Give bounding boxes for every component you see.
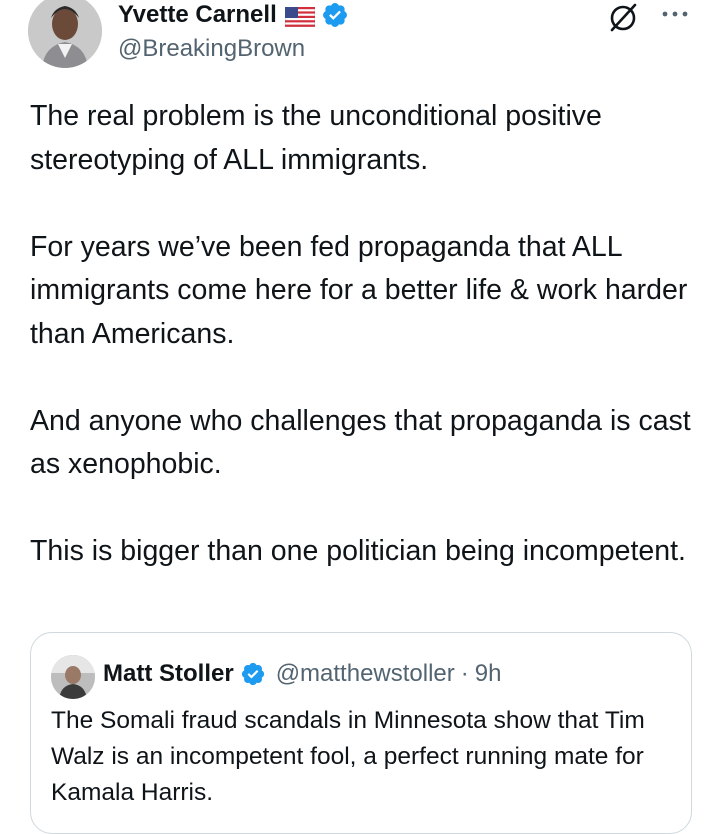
- us-flag-icon: [284, 5, 316, 28]
- tweet-paragraph: For years we’ve been fed propaganda that…: [30, 230, 688, 350]
- quoted-author-avatar-image: [51, 655, 95, 699]
- quoted-author-handle[interactable]: @matthewstoller: [276, 659, 455, 689]
- verified-badge-icon: [321, 1, 349, 29]
- author-handle[interactable]: @BreakingBrown: [118, 34, 305, 64]
- quoted-separator: ·: [460, 660, 469, 687]
- author-avatar[interactable]: [28, 0, 102, 68]
- tweet-paragraph: This is bigger than one politician being…: [30, 535, 686, 567]
- verified-badge-icon: [240, 661, 266, 687]
- quoted-author-avatar[interactable]: [51, 655, 95, 699]
- author-name-row: Yvette Carnell: [118, 0, 349, 30]
- tweet-paragraph: And anyone who challenges that propagand…: [30, 404, 691, 481]
- author-name[interactable]: Yvette Carnell: [118, 0, 277, 30]
- quoted-tweet-text: The Somali fraud scandals in Minnesota s…: [51, 707, 645, 806]
- more-options-icon[interactable]: [660, 2, 690, 26]
- tweet-text: The real problem is the unconditional po…: [30, 95, 695, 574]
- quoted-tweet-card[interactable]: Matt Stoller @matthewstoller · 9h The So…: [30, 632, 692, 834]
- tweet-paragraph: The real problem is the unconditional po…: [30, 100, 602, 176]
- author-avatar-image: [28, 0, 102, 68]
- grok-icon[interactable]: [606, 0, 640, 34]
- quoted-header: Matt Stoller @matthewstoller · 9h: [103, 659, 501, 689]
- quoted-author-name[interactable]: Matt Stoller: [103, 659, 234, 689]
- quoted-timestamp[interactable]: 9h: [475, 659, 502, 689]
